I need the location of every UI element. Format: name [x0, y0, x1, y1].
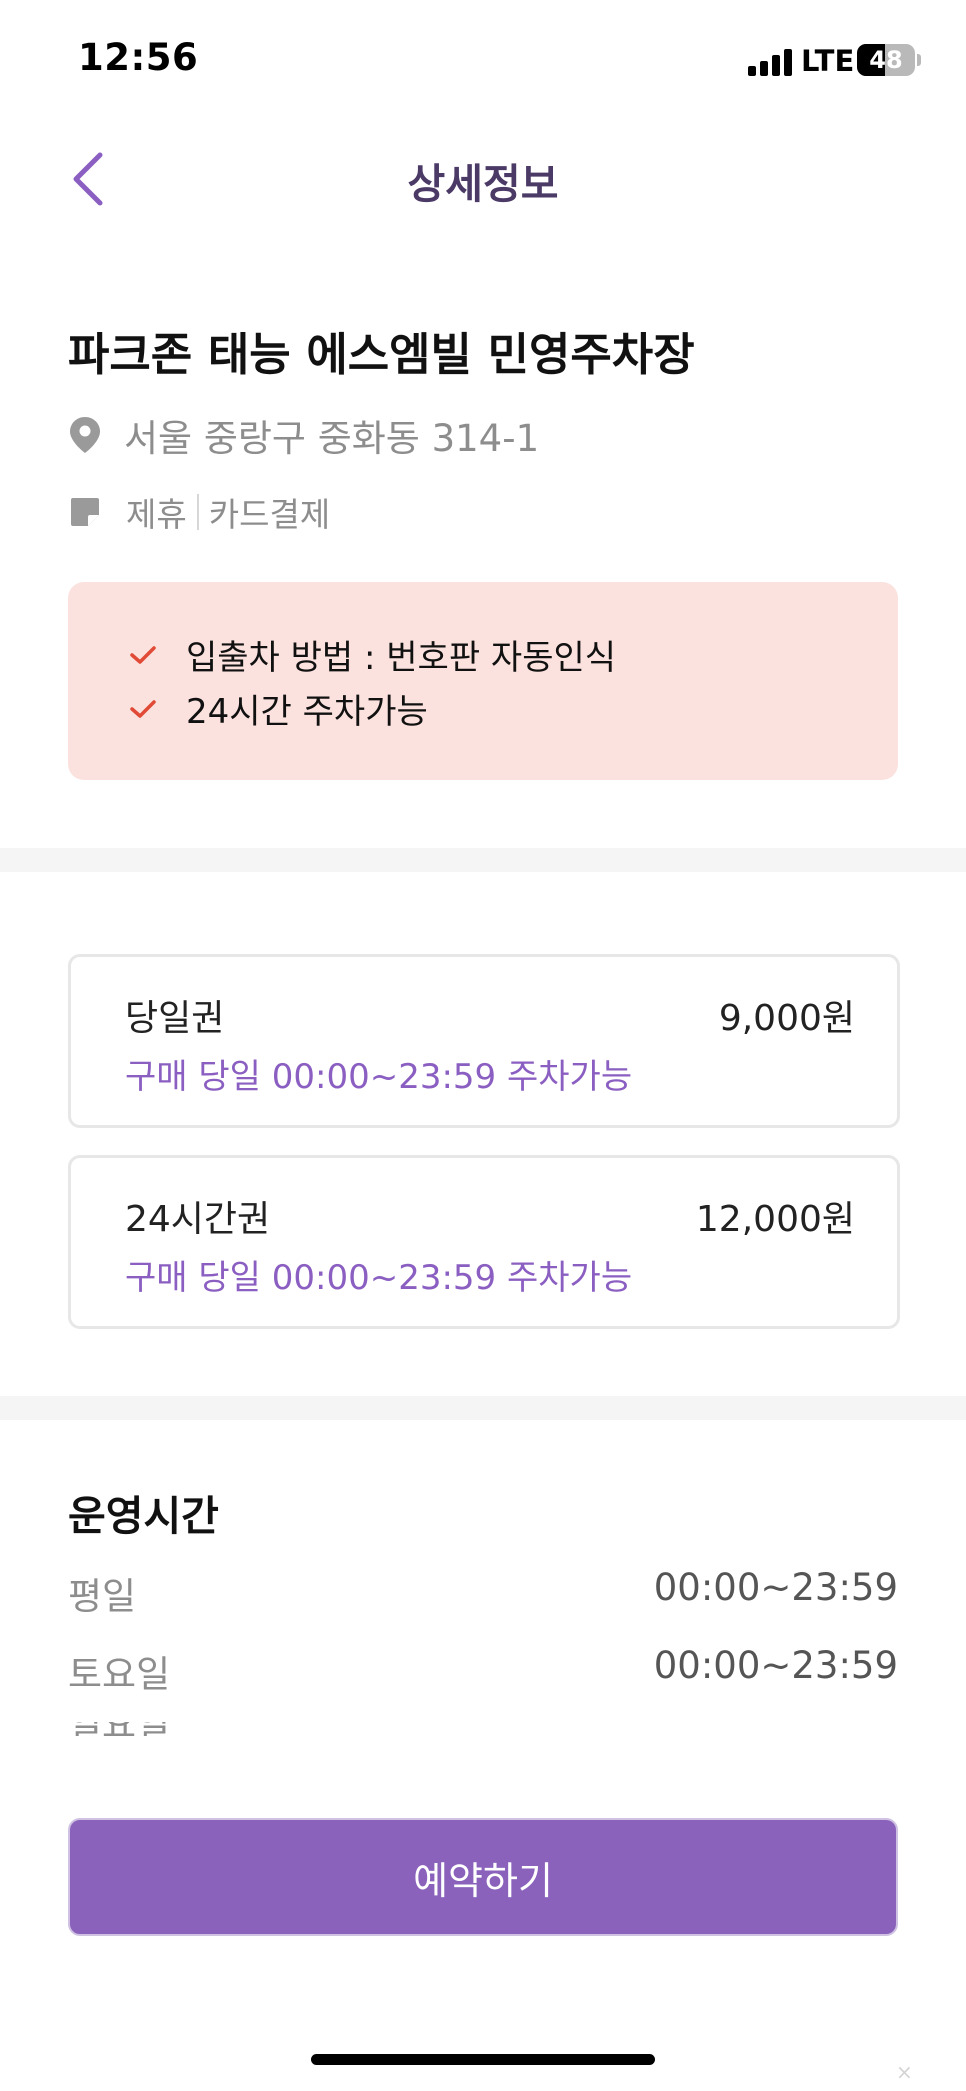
- tag-card-payment: 카드결제: [208, 495, 331, 534]
- ticket-price: 9,000원: [718, 998, 855, 1039]
- notice-text: 24시간 주차가능: [186, 692, 428, 732]
- ticket-card-24h[interactable]: 24시간권 12,000원 구매 당일 00:00~23:59 주차가능: [68, 1155, 900, 1329]
- network-type: LTE: [801, 44, 855, 78]
- ticket-card-day[interactable]: 당일권 9,000원 구매 당일 00:00~23:59 주차가능: [68, 954, 900, 1128]
- ticket-description: 구매 당일 00:00~23:59 주차가능: [125, 1057, 633, 1097]
- battery-nub: [917, 54, 921, 66]
- section-divider: [0, 848, 966, 872]
- hours-day: 토요일: [68, 1653, 171, 1696]
- battery-level: 48: [869, 46, 903, 74]
- hours-row-weekday: 평일 00:00~23:59: [68, 1566, 898, 1620]
- hours-time: 00:00~23:59: [653, 1566, 898, 1609]
- section-divider: [0, 1396, 966, 1420]
- hours-day: 평일: [68, 1575, 137, 1618]
- hours-day-clipped: 일요일: [68, 1722, 170, 1736]
- home-indicator[interactable]: [311, 2054, 655, 2065]
- status-time: 12:56: [78, 36, 199, 79]
- notice-item: 24시간 주차가능: [128, 684, 428, 733]
- battery-icon: 48: [857, 44, 915, 76]
- notice-text: 입출차 방법 : 번호판 자동인식: [186, 638, 617, 678]
- hours-row-clipped: 일요일: [68, 1722, 388, 1736]
- address-row: 서울 중랑구 중화동 314-1: [68, 410, 539, 460]
- ticket-price: 12,000원: [695, 1199, 855, 1240]
- page-title: 상세정보: [407, 160, 559, 208]
- tag-divider: [196, 494, 199, 530]
- hours-title: 운영시간: [68, 1492, 219, 1540]
- tags-row: 제휴 카드결제: [68, 488, 330, 536]
- hours-row-saturday: 토요일 00:00~23:59: [68, 1644, 898, 1698]
- ticket-description: 구매 당일 00:00~23:59 주차가능: [125, 1258, 633, 1298]
- ticket-name: 24시간권: [125, 1199, 271, 1240]
- notice-box: 입출차 방법 : 번호판 자동인식 24시간 주차가능: [68, 582, 898, 780]
- parking-lot-name: 파크존 태능 에스엠빌 민영주차장: [68, 328, 695, 381]
- location-pin-icon: [70, 417, 100, 453]
- check-icon: [130, 699, 156, 718]
- reserve-button[interactable]: 예약하기: [68, 1818, 898, 1936]
- address-text: 서울 중랑구 중화동 314-1: [124, 417, 540, 460]
- notice-item: 입출차 방법 : 번호판 자동인식: [128, 630, 616, 679]
- close-icon: ×: [896, 2060, 913, 2084]
- check-icon: [130, 645, 156, 664]
- ticket-name: 당일권: [125, 998, 225, 1039]
- tag-partnership: 제휴: [126, 495, 187, 534]
- hours-time: 00:00~23:59: [653, 1644, 898, 1687]
- note-icon: [71, 498, 99, 526]
- signal-strength-icon: [748, 46, 792, 76]
